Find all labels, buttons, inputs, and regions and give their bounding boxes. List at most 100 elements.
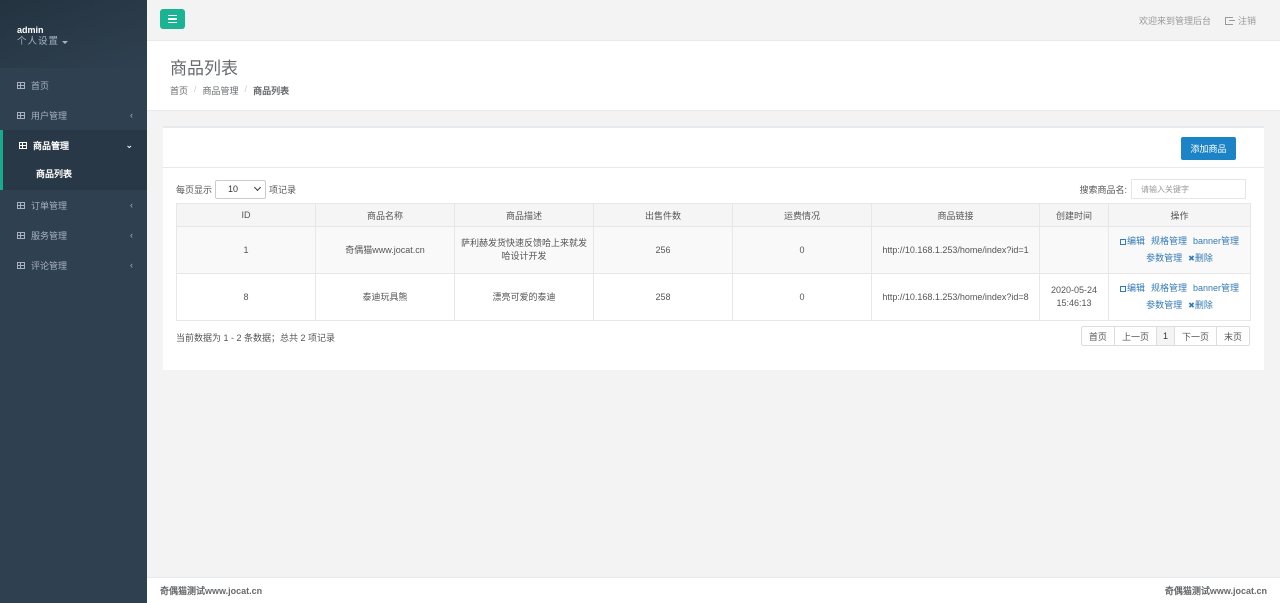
add-product-button[interactable]: 添加商品 — [1181, 137, 1236, 160]
close-icon: ✖ — [1188, 301, 1195, 310]
pager-current[interactable]: 1 — [1155, 327, 1174, 345]
cell-sold: 256 — [593, 226, 733, 274]
sidebar-group-products: 商品管理 ⌄ 商品列表 — [0, 130, 147, 190]
settings-dropdown[interactable]: 个人设置 — [17, 36, 147, 48]
sidebar-item-orders[interactable]: 订单管理 ‹ — [0, 190, 147, 220]
chevron-left-icon: ‹ — [130, 200, 133, 210]
table-header-row: ID 商品名称 商品描述 出售件数 运费情况 商品链接 创建时间 操作 — [176, 203, 1251, 227]
delete-link[interactable]: ✖删除 — [1188, 300, 1213, 310]
breadcrumb-current: 商品列表 — [253, 86, 290, 96]
table-row: 8 泰迪玩具熊 漂亮可爱的泰迪 258 0 http://10.168.1.25… — [176, 273, 1251, 321]
page-length-select[interactable]: 10 — [215, 179, 267, 199]
caret-down-icon — [62, 40, 69, 44]
profile-header: admin 个人设置 — [0, 0, 147, 68]
pager-prev[interactable]: 上一页 — [1113, 327, 1156, 345]
cell-created — [1039, 226, 1109, 274]
hamburger-icon — [168, 14, 177, 17]
edit-link[interactable]: 编辑 — [1119, 283, 1145, 293]
length-suffix: 项记录 — [269, 184, 297, 195]
page-length-control: 每页显示 10 项记录 — [176, 179, 296, 199]
param-link[interactable]: 参数管理 — [1146, 300, 1182, 310]
column-header[interactable]: 创建时间 — [1039, 203, 1109, 227]
sidebar-item-users[interactable]: 用户管理 ‹ — [0, 100, 147, 130]
cell-sold: 258 — [593, 273, 733, 321]
cell-created: 2020-05-24 15:46:13 — [1039, 273, 1109, 321]
column-header[interactable]: 运费情况 — [732, 203, 872, 227]
top-bar: 欢迎来到管理后台 注销 — [147, 0, 1280, 41]
breadcrumb-products[interactable]: 商品管理 — [203, 84, 239, 97]
column-header[interactable]: 商品链接 — [871, 203, 1040, 227]
logout-link[interactable]: 注销 — [1224, 14, 1256, 27]
cell-name: 奇偶猫www.jocat.cn — [315, 226, 455, 274]
pager-next[interactable]: 下一页 — [1173, 327, 1216, 345]
cell-desc: 萨利赫发货快速反馈哈上来就发哈设计开发 — [454, 226, 594, 274]
product-table: ID 商品名称 商品描述 出售件数 运费情况 商品链接 创建时间 操作 1 奇偶… — [176, 203, 1251, 321]
welcome-text: 欢迎来到管理后台 — [1138, 16, 1211, 26]
sidebar-item-home[interactable]: 首页 — [0, 70, 147, 100]
column-header[interactable]: ID — [176, 203, 316, 227]
length-prefix: 每页显示 — [176, 184, 213, 195]
top-right-area: 欢迎来到管理后台 注销 — [1139, 14, 1256, 27]
footer-right: 奇偶猫测试www.jocat.cn — [1164, 586, 1267, 596]
breadcrumb: 首页 / 商品管理 / 商品列表 — [170, 84, 1280, 97]
cell-link: http://10.168.1.253/home/index?id=1 — [871, 226, 1040, 274]
edit-icon — [1119, 239, 1126, 245]
table-icon — [17, 261, 25, 269]
column-header[interactable]: 商品描述 — [454, 203, 594, 227]
menu-toggle-button[interactable] — [160, 9, 185, 29]
cell-actions: 编辑 规格管理 banner管理 参数管理 ✖删除 — [1108, 273, 1251, 321]
edit-link[interactable]: 编辑 — [1119, 236, 1145, 246]
breadcrumb-home[interactable]: 首页 — [170, 84, 188, 97]
banner-link[interactable]: banner管理 — [1193, 236, 1239, 246]
cell-id: 8 — [176, 273, 316, 321]
sidebar-nav: 首页 用户管理 ‹ 商品管理 ⌄ 商品列表 订单管理 ‹ 服务管理 ‹ 评论管理… — [0, 70, 147, 280]
logout-label: 注销 — [1237, 16, 1256, 26]
page-title: 商品列表 — [170, 59, 238, 78]
chevron-left-icon: ‹ — [130, 110, 133, 120]
sign-out-icon — [1224, 16, 1235, 25]
column-header[interactable]: 商品名称 — [315, 203, 455, 227]
search-label: 搜索商品名: — [1079, 184, 1127, 195]
search-control: 搜索商品名: — [1079, 179, 1246, 199]
table-icon — [17, 111, 25, 119]
pager-last[interactable]: 末页 — [1215, 327, 1249, 345]
spec-link[interactable]: 规格管理 — [1151, 236, 1187, 246]
sidebar-item-comments[interactable]: 评论管理 ‹ — [0, 250, 147, 280]
cell-name: 泰迪玩具熊 — [315, 273, 455, 321]
sidebar-subitem-product-list[interactable]: 商品列表 — [3, 160, 147, 186]
cell-desc: 漂亮可爱的泰迪 — [454, 273, 594, 321]
sidebar-item-products[interactable]: 商品管理 ⌄ — [3, 130, 147, 160]
cell-freight: 0 — [732, 226, 872, 274]
cell-id: 1 — [176, 226, 316, 274]
edit-icon — [1119, 286, 1126, 292]
table-icon — [17, 81, 25, 89]
delete-link[interactable]: ✖删除 — [1188, 253, 1213, 263]
pager-first[interactable]: 首页 — [1082, 327, 1114, 345]
column-header[interactable]: 出售件数 — [593, 203, 733, 227]
close-icon: ✖ — [1188, 254, 1195, 263]
chevron-left-icon: ‹ — [130, 260, 133, 270]
panel-title-bar: 添加商品 — [163, 128, 1264, 168]
param-link[interactable]: 参数管理 — [1146, 253, 1182, 263]
banner-link[interactable]: banner管理 — [1193, 283, 1239, 293]
breadcrumb-separator: / — [194, 84, 197, 94]
chevron-down-icon: ⌄ — [125, 139, 133, 150]
chevron-left-icon: ‹ — [130, 230, 133, 240]
search-input[interactable] — [1131, 179, 1246, 199]
spec-link[interactable]: 规格管理 — [1151, 283, 1187, 293]
footer-left: 奇偶猫测试www.jocat.cn — [160, 586, 263, 596]
table-row: 1 奇偶猫www.jocat.cn 萨利赫发货快速反馈哈上来就发哈设计开发 25… — [176, 226, 1251, 274]
table-info: 当前数据为 1 - 2 条数据；总共 2 项记录 — [176, 333, 336, 343]
cell-link: http://10.168.1.253/home/index?id=8 — [871, 273, 1040, 321]
sidebar-item-label: 首页 — [31, 80, 50, 91]
user-name: admin — [17, 25, 44, 35]
page-length-value: 10 — [228, 184, 239, 194]
table-icon — [17, 231, 25, 239]
sidebar-item-label: 评论管理 — [31, 260, 68, 271]
chevron-down-icon — [253, 183, 262, 192]
cell-freight: 0 — [732, 273, 872, 321]
column-header: 操作 — [1108, 203, 1251, 227]
pagination: 首页 上一页 1 下一页 末页 — [1080, 326, 1250, 346]
sidebar-item-services[interactable]: 服务管理 ‹ — [0, 220, 147, 250]
table-icon — [17, 201, 25, 209]
